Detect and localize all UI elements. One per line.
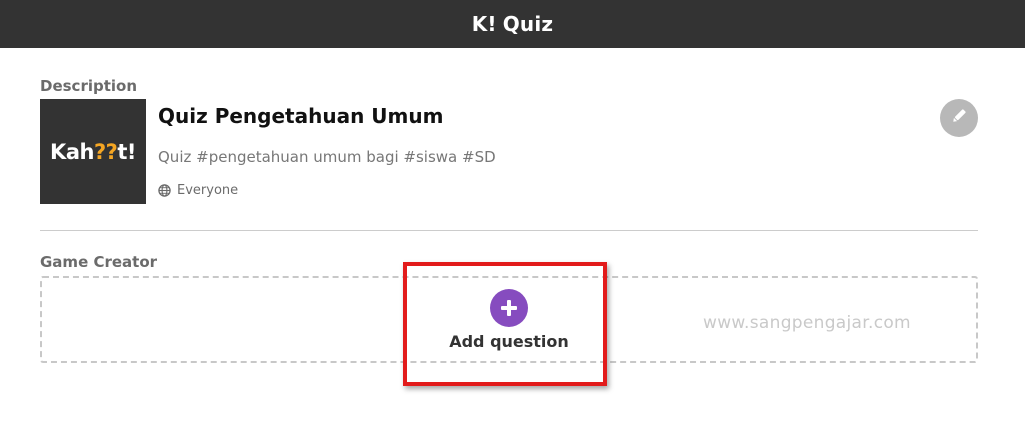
page-title: Quiz xyxy=(502,12,554,36)
plus-icon xyxy=(490,289,528,327)
add-question-button[interactable]: Add question xyxy=(440,289,578,353)
quiz-cover-image[interactable]: Kah??t! xyxy=(40,99,146,204)
kahoot-wordmark: Kah??t! xyxy=(50,139,136,164)
app-brand: K! Quiz xyxy=(472,12,554,36)
quiz-description: Quiz #pengetahuan umum bagi #siswa #SD xyxy=(158,148,496,166)
top-bar: K! Quiz xyxy=(0,0,1025,48)
add-question-label: Add question xyxy=(449,332,569,351)
section-divider xyxy=(40,230,978,231)
kahoot-logo: K! xyxy=(471,12,497,36)
game-creator-section-label: Game Creator xyxy=(40,253,158,271)
visibility-label: Everyone xyxy=(177,183,239,198)
visibility-info: Everyone xyxy=(158,183,238,198)
quiz-title: Quiz Pengetahuan Umum xyxy=(158,104,444,128)
description-section-label: Description xyxy=(40,77,138,95)
edit-button[interactable] xyxy=(940,99,978,137)
globe-icon xyxy=(158,184,171,197)
pencil-icon xyxy=(950,107,968,129)
watermark-text: www.sangpengajar.com xyxy=(703,313,911,333)
